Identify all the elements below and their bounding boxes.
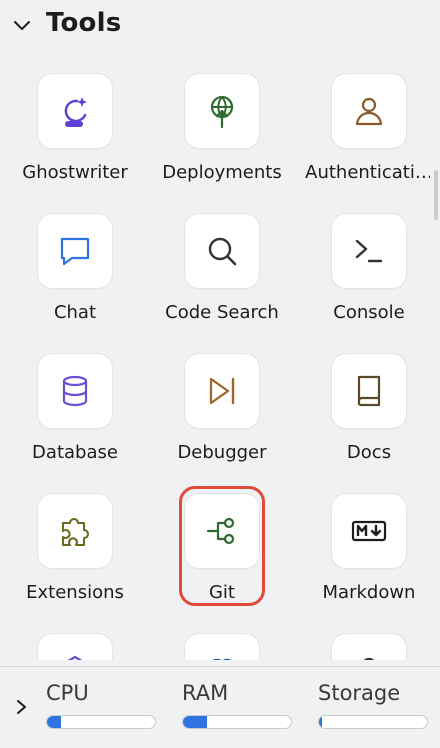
tool-label: Chat bbox=[53, 302, 97, 323]
meter-fill bbox=[183, 716, 207, 728]
tool-tile[interactable] bbox=[185, 354, 259, 428]
chevron-down-icon[interactable] bbox=[12, 16, 32, 36]
tool-tile[interactable] bbox=[332, 214, 406, 288]
tool-tile[interactable] bbox=[332, 634, 406, 660]
package-icon bbox=[67, 655, 83, 660]
meter-label: RAM bbox=[182, 681, 229, 705]
deployments-icon bbox=[210, 95, 234, 129]
tool-partial-1[interactable] bbox=[4, 620, 144, 660]
tool-label: Database bbox=[32, 442, 118, 463]
tool-label: Debugger bbox=[177, 442, 267, 463]
tool-extensions[interactable]: Extensions bbox=[4, 480, 144, 610]
tool-partial-2[interactable] bbox=[151, 620, 291, 660]
tool-docs[interactable]: Docs bbox=[298, 340, 430, 470]
terminal-icon bbox=[355, 239, 383, 263]
tool-label: Authenticati… bbox=[305, 162, 430, 183]
debugger-icon bbox=[209, 377, 235, 405]
tool-partial-3[interactable] bbox=[298, 620, 430, 660]
meter-track bbox=[318, 715, 428, 729]
tool-code-search[interactable]: Code Search bbox=[151, 200, 291, 330]
tool-chat[interactable]: Chat bbox=[4, 200, 144, 330]
cpu-meter: CPU bbox=[46, 681, 158, 729]
tool-git[interactable]: Git bbox=[151, 480, 291, 610]
tool-tile[interactable] bbox=[38, 494, 112, 568]
tool-label: Extensions bbox=[26, 582, 124, 603]
tool-label: Deployments bbox=[162, 162, 282, 183]
tools-section-header[interactable]: Tools bbox=[0, 0, 440, 52]
tools-panel: Tools Ghostwriter Deployments Authentica… bbox=[0, 0, 440, 748]
tool-tile[interactable] bbox=[185, 494, 259, 568]
tool-label: Git bbox=[208, 582, 235, 603]
tool-label: Markdown bbox=[322, 582, 416, 603]
tool-tile[interactable] bbox=[38, 74, 112, 148]
tool-label: Docs bbox=[346, 442, 392, 463]
tool-tile[interactable] bbox=[332, 354, 406, 428]
resource-status-bar: CPU RAM Storage bbox=[0, 666, 440, 748]
puzzle-icon bbox=[61, 517, 90, 547]
tool-authentication[interactable]: Authenticati… bbox=[298, 60, 430, 190]
tool-label: Code Search bbox=[165, 302, 279, 323]
meter-track bbox=[46, 715, 156, 729]
tool-tile[interactable] bbox=[332, 74, 406, 148]
chat-icon bbox=[60, 237, 90, 266]
tool-tile[interactable] bbox=[38, 634, 112, 660]
meter-track bbox=[182, 715, 292, 729]
tool-tile[interactable] bbox=[38, 354, 112, 428]
tool-tile[interactable] bbox=[185, 74, 259, 148]
tool-tile[interactable] bbox=[38, 214, 112, 288]
meter-label: Storage bbox=[318, 681, 401, 705]
git-icon bbox=[206, 517, 235, 545]
tool-ghostwriter[interactable]: Ghostwriter bbox=[4, 60, 144, 190]
tool-database[interactable]: Database bbox=[4, 340, 144, 470]
storage-meter: Storage bbox=[318, 681, 430, 729]
ram-meter: RAM bbox=[182, 681, 294, 729]
chevron-right-icon[interactable] bbox=[12, 697, 30, 717]
tool-tile[interactable] bbox=[332, 494, 406, 568]
scrollbar-thumb[interactable] bbox=[434, 170, 438, 220]
tool-console[interactable]: Console bbox=[298, 200, 430, 330]
user-icon bbox=[363, 657, 375, 660]
book-icon bbox=[357, 375, 381, 407]
tool-label: Console bbox=[333, 302, 405, 323]
user-icon bbox=[355, 97, 383, 126]
tool-debugger[interactable]: Debugger bbox=[151, 340, 291, 470]
tools-grid: Ghostwriter Deployments Authenticati… Ch… bbox=[0, 60, 430, 660]
database-icon bbox=[62, 375, 88, 407]
meter-fill bbox=[319, 716, 323, 728]
meter-label: CPU bbox=[46, 681, 89, 705]
meter-fill bbox=[47, 716, 62, 728]
tool-tile[interactable] bbox=[185, 214, 259, 288]
tool-label: Ghostwriter bbox=[22, 162, 128, 183]
search-icon bbox=[208, 237, 237, 266]
link-icon bbox=[212, 658, 232, 660]
markdown-icon bbox=[351, 520, 387, 542]
tool-tile[interactable] bbox=[185, 634, 259, 660]
section-title: Tools bbox=[46, 8, 122, 38]
tool-deployments[interactable]: Deployments bbox=[151, 60, 291, 190]
ghostwriter-icon bbox=[64, 97, 87, 127]
tool-markdown[interactable]: Markdown bbox=[298, 480, 430, 610]
